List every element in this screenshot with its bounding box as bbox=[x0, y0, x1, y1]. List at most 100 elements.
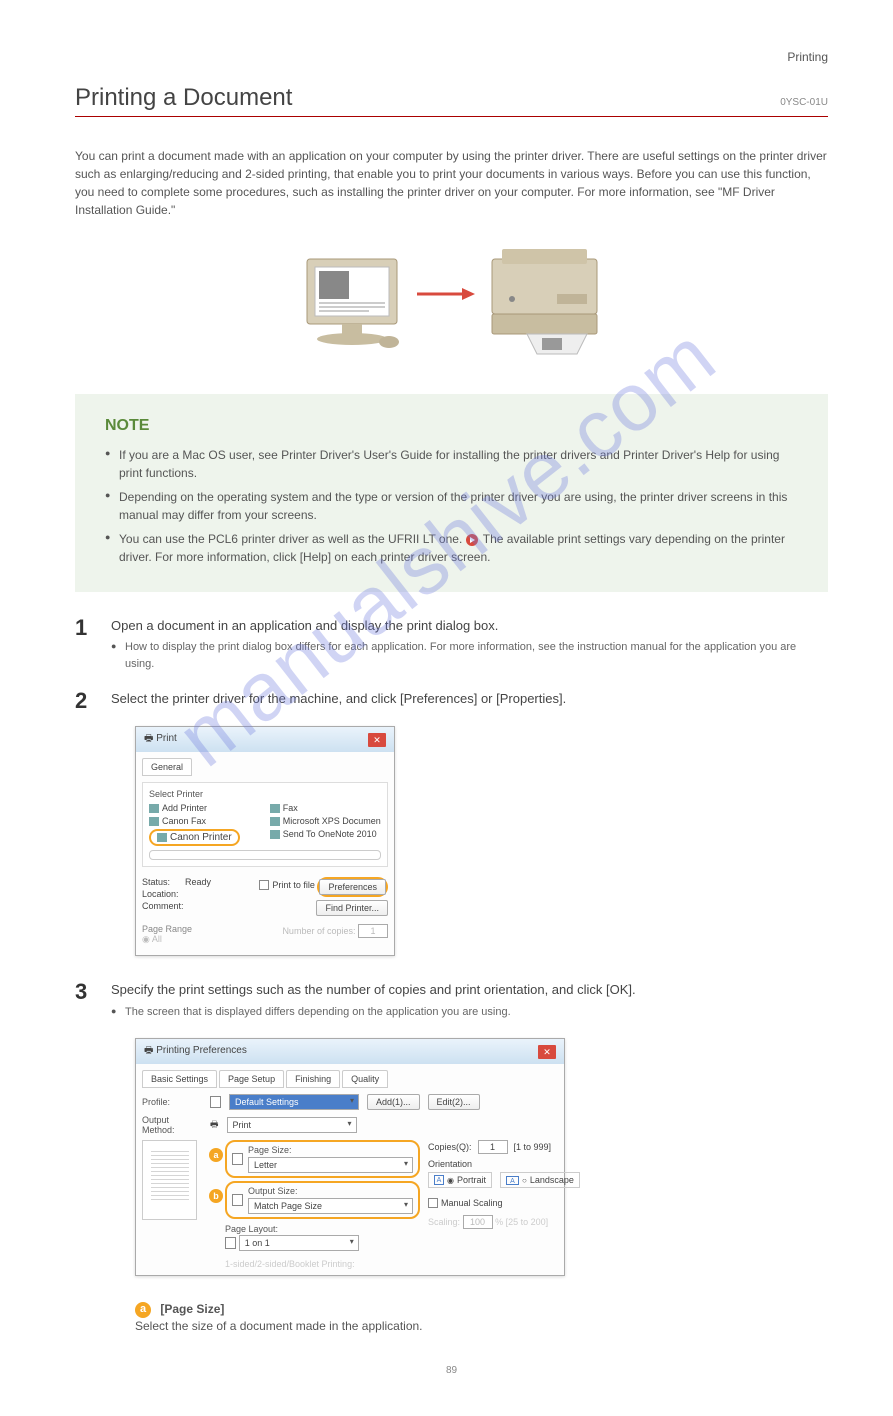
step-3-sub: The screen that is displayed differs dep… bbox=[111, 1004, 828, 1021]
note-item-text: You can use the PCL6 printer driver as w… bbox=[119, 532, 462, 546]
num-copies-value[interactable]: 1 bbox=[358, 924, 388, 938]
step-1-main: Open a document in an application and di… bbox=[111, 617, 828, 635]
printer-canon-fax[interactable]: Canon Fax bbox=[149, 816, 240, 826]
step-1-sub: How to display the print dialog box diff… bbox=[111, 639, 828, 672]
step-1: 1 Open a document in an application and … bbox=[75, 617, 828, 676]
status-value: Ready bbox=[185, 877, 211, 887]
dialog-titlebar: 🖶 Print ✕ bbox=[136, 727, 394, 752]
page-title: Printing a Document bbox=[75, 84, 292, 112]
tab-general[interactable]: General bbox=[142, 758, 192, 776]
layout-icon bbox=[225, 1237, 236, 1249]
printer-icon bbox=[149, 804, 159, 813]
sided-label: 1-sided/2-sided/Booklet Printing: bbox=[225, 1259, 420, 1269]
tab-finishing[interactable]: Finishing bbox=[286, 1070, 340, 1088]
page-size-label: Page Size: bbox=[248, 1145, 413, 1155]
printer-list-scrollbar[interactable] bbox=[149, 850, 381, 860]
profile-dropdown[interactable]: Default Settings bbox=[229, 1094, 359, 1110]
copies-label: Copies(Q): bbox=[428, 1142, 472, 1152]
scaling-input: 100 bbox=[463, 1215, 493, 1229]
step-number: 1 bbox=[75, 617, 97, 676]
page-range-label: Page Range bbox=[142, 924, 192, 934]
print-dialog-screenshot: 🖶 Print ✕ General Select Printer Add Pri… bbox=[135, 726, 395, 956]
location-label: Location: bbox=[142, 889, 211, 899]
output-method-dropdown[interactable]: Print bbox=[227, 1117, 357, 1133]
print-to-file-checkbox[interactable]: Print to file bbox=[259, 880, 315, 890]
scaling-label: Scaling: bbox=[428, 1217, 460, 1227]
printer-add[interactable]: Add Printer bbox=[149, 803, 240, 813]
callout-label: [Page Size] bbox=[160, 1302, 224, 1316]
note-item: If you are a Mac OS user, see Printer Dr… bbox=[105, 446, 798, 482]
note-title: NOTE bbox=[105, 414, 798, 438]
add-button[interactable]: Add(1)... bbox=[367, 1094, 420, 1110]
title-code: 0YSC-01U bbox=[780, 97, 828, 108]
printer-icon bbox=[270, 817, 280, 826]
page-layout-dropdown[interactable]: 1 on 1 bbox=[239, 1235, 359, 1251]
comment-label: Comment: bbox=[142, 901, 211, 911]
computer-to-printer-illustration bbox=[297, 239, 607, 369]
page-range-all[interactable]: All bbox=[152, 934, 162, 944]
hero-illustration bbox=[75, 239, 828, 369]
step-3-main: Specify the print settings such as the n… bbox=[111, 981, 828, 999]
select-printer-label: Select Printer bbox=[149, 789, 381, 799]
printer-icon bbox=[157, 833, 167, 842]
step-number: 2 bbox=[75, 690, 97, 712]
status-label: Status: bbox=[142, 877, 170, 887]
dialog-title: Print bbox=[156, 733, 177, 744]
output-size-group: b Output Size: Match Page Size bbox=[225, 1181, 420, 1219]
page: Printing Printing a Document 0YSC-01U Yo… bbox=[0, 0, 893, 1416]
badge-a: a bbox=[209, 1148, 223, 1162]
manual-scaling-checkbox[interactable]: Manual Scaling bbox=[428, 1198, 503, 1208]
badge-b: b bbox=[209, 1189, 223, 1203]
page-icon bbox=[232, 1153, 243, 1165]
header-category: Printing bbox=[75, 50, 828, 64]
document-icon bbox=[210, 1096, 221, 1108]
edit-button[interactable]: Edit(2)... bbox=[428, 1094, 480, 1110]
printer-icon: 🖶 bbox=[144, 1045, 153, 1056]
printer-fax[interactable]: Fax bbox=[270, 803, 381, 813]
title-row: Printing a Document 0YSC-01U bbox=[75, 84, 828, 117]
play-icon bbox=[466, 534, 478, 546]
preferences-button[interactable]: Preferences bbox=[319, 879, 386, 895]
step-2-main: Select the printer driver for the machin… bbox=[111, 690, 828, 708]
output-size-dropdown[interactable]: Match Page Size bbox=[248, 1198, 413, 1214]
num-copies-label: Number of copies: bbox=[282, 926, 355, 936]
tab-page-setup[interactable]: Page Setup bbox=[219, 1070, 284, 1088]
orientation-portrait[interactable]: A◉Portrait bbox=[428, 1172, 492, 1188]
orientation-label: Orientation bbox=[428, 1159, 558, 1169]
step-2: 2 Select the printer driver for the mach… bbox=[75, 690, 828, 712]
note-item: Depending on the operating system and th… bbox=[105, 488, 798, 524]
printer-canon-printer-highlighted[interactable]: Canon Printer bbox=[149, 829, 240, 846]
close-icon[interactable]: ✕ bbox=[538, 1045, 556, 1059]
note-box: NOTE If you are a Mac OS user, see Print… bbox=[75, 394, 828, 592]
page-size-group: a Page Size: Letter bbox=[225, 1140, 420, 1178]
preferences-dialog-screenshot: 🖶 Printing Preferences ✕ Basic Settings … bbox=[135, 1038, 565, 1276]
printer-icon: 🖶 bbox=[210, 1117, 219, 1133]
printer-icon bbox=[270, 830, 280, 839]
printer-onenote[interactable]: Send To OneNote 2010 bbox=[270, 829, 381, 839]
profile-label: Profile: bbox=[142, 1097, 202, 1107]
printer-icon bbox=[270, 804, 280, 813]
dialog-titlebar: 🖶 Printing Preferences ✕ bbox=[136, 1039, 564, 1064]
page-size-dropdown[interactable]: Letter bbox=[248, 1157, 413, 1173]
page-number: 89 bbox=[75, 1365, 828, 1376]
tab-quality[interactable]: Quality bbox=[342, 1070, 388, 1088]
close-icon[interactable]: ✕ bbox=[368, 733, 386, 747]
tab-basic-settings[interactable]: Basic Settings bbox=[142, 1070, 217, 1088]
step-number: 3 bbox=[75, 981, 97, 1024]
output-method-label: Output Method: bbox=[142, 1115, 202, 1135]
copies-input[interactable]: 1 bbox=[478, 1140, 508, 1154]
note-item: You can use the PCL6 printer driver as w… bbox=[105, 530, 798, 566]
printer-icon bbox=[149, 817, 159, 826]
step-3: 3 Specify the print settings such as the… bbox=[75, 981, 828, 1024]
callout-badge-a: a bbox=[135, 1302, 151, 1318]
intro-paragraph: You can print a document made with an ap… bbox=[75, 147, 828, 219]
callout-text: Select the size of a document made in th… bbox=[135, 1319, 423, 1333]
printer-xps[interactable]: Microsoft XPS Documen bbox=[270, 816, 381, 826]
orientation-landscape[interactable]: A○Landscape bbox=[500, 1172, 580, 1188]
page-preview bbox=[142, 1140, 197, 1220]
copies-range: [1 to 999] bbox=[514, 1142, 552, 1152]
select-printer-panel: Select Printer Add Printer Canon Fax Can… bbox=[142, 782, 388, 867]
find-printer-button[interactable]: Find Printer... bbox=[316, 900, 388, 916]
scaling-range: % [25 to 200] bbox=[495, 1217, 548, 1227]
page-layout-label: Page Layout: bbox=[225, 1224, 278, 1234]
